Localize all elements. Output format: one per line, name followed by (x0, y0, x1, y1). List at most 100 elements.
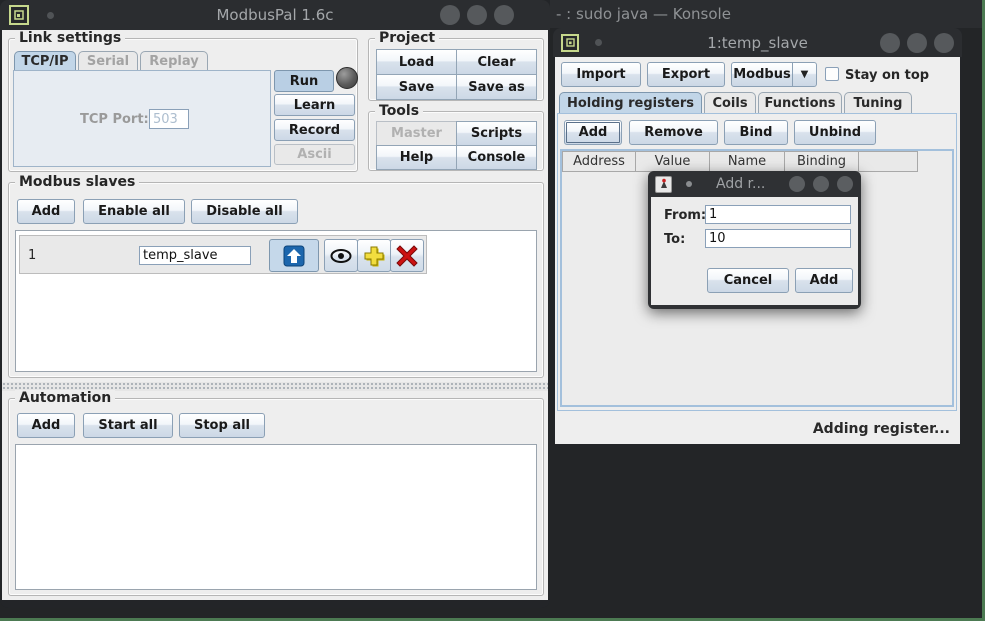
slave-delete-button[interactable] (390, 239, 424, 272)
dialog-add-button[interactable]: Add (795, 268, 853, 293)
tab-serial[interactable]: Serial (78, 51, 138, 71)
column-header-value-label: Value (655, 154, 691, 169)
konsole-titlebar[interactable]: - : sudo java — Konsole (548, 0, 985, 28)
column-header-filler (858, 151, 918, 172)
java-app-glyph (566, 38, 575, 47)
load-button[interactable]: Load (376, 49, 457, 75)
save-as-button[interactable]: Save as (456, 74, 537, 100)
tab-tcpip[interactable]: TCP/IP (14, 51, 76, 71)
automation-add-button-label: Add (32, 418, 61, 433)
minimize-button[interactable] (789, 176, 805, 192)
register-unbind-button-label: Unbind (809, 125, 861, 140)
desktop: - : sudo java — Konsole ModbusPal 1.6c (0, 0, 985, 621)
tab-functions[interactable]: Functions (758, 92, 842, 113)
column-header-value[interactable]: Value (635, 151, 710, 172)
modbus-slaves-title: Modbus slaves (15, 174, 139, 191)
stop-all-button[interactable]: Stop all (179, 413, 265, 438)
help-button[interactable]: Help (376, 145, 457, 170)
tab-functions-label: Functions (764, 96, 835, 111)
scripts-button[interactable]: Scripts (456, 121, 537, 146)
column-header-binding[interactable]: Binding (784, 151, 859, 172)
modbuspal-titlebar[interactable]: ModbusPal 1.6c (0, 0, 550, 30)
start-all-button-label: Start all (98, 418, 157, 433)
register-unbind-button[interactable]: Unbind (794, 120, 876, 145)
automation-add-button[interactable]: Add (17, 413, 75, 438)
column-header-address[interactable]: Address (562, 151, 636, 172)
save-button-label: Save (399, 80, 434, 95)
dialog-titlebar[interactable]: Add r... (648, 171, 861, 197)
tools-title: Tools (375, 103, 423, 120)
modbus-mode-value: Modbus (732, 67, 792, 82)
close-button[interactable] (934, 33, 954, 53)
chevron-down-icon[interactable]: ▼ (792, 63, 816, 86)
register-bind-button[interactable]: Bind (724, 120, 788, 145)
stay-on-top-checkbox[interactable] (825, 67, 839, 81)
enable-all-button[interactable]: Enable all (83, 199, 185, 224)
export-button[interactable]: Export (647, 62, 725, 87)
slave-list: 1 (15, 230, 537, 372)
minimize-button[interactable] (440, 5, 460, 25)
record-button[interactable]: Record (274, 119, 355, 141)
import-button[interactable]: Import (561, 62, 641, 87)
link-settings-group: Link settings TCP/IP Serial Replay TCP P… (8, 38, 358, 172)
tab-coils-label: Coils (712, 96, 747, 111)
slave-duplicate-button[interactable] (357, 239, 391, 272)
tcpip-tab-panel: TCP Port: (13, 70, 271, 167)
dialog-icon (655, 176, 672, 193)
slave-name-field[interactable] (139, 246, 251, 265)
master-button[interactable]: Master (376, 121, 457, 146)
column-header-name[interactable]: Name (709, 151, 785, 172)
start-all-button[interactable]: Start all (83, 413, 173, 438)
maximize-button[interactable] (813, 176, 829, 192)
clear-button[interactable]: Clear (456, 49, 537, 75)
help-button-label: Help (400, 150, 433, 165)
tab-tuning[interactable]: Tuning (844, 92, 912, 113)
modbus-mode-select[interactable]: Modbus ▼ (731, 62, 817, 87)
run-led-indicator (336, 67, 358, 89)
close-button[interactable] (837, 176, 853, 192)
temp-slave-window-icon[interactable] (561, 34, 579, 52)
maximize-button[interactable] (907, 33, 927, 53)
from-label: From: (664, 208, 706, 223)
run-button[interactable]: Run (274, 70, 334, 92)
tab-coils[interactable]: Coils (704, 92, 756, 113)
register-remove-button-label: Remove (644, 125, 703, 140)
console-button[interactable]: Console (456, 145, 537, 170)
tcp-port-field[interactable] (149, 109, 189, 129)
ascii-button[interactable]: Ascii (274, 144, 355, 165)
dialog-cancel-button[interactable]: Cancel (707, 268, 789, 293)
tools-group: Tools Master Scripts Help Console (368, 111, 544, 171)
slave-view-button[interactable] (324, 239, 358, 272)
maximize-button[interactable] (467, 5, 487, 25)
register-add-button[interactable]: Add (564, 120, 622, 145)
java-duke-icon (658, 178, 670, 190)
stop-all-button-label: Stop all (194, 418, 250, 433)
eye-icon (330, 249, 352, 263)
dialog-content: From: To: Cancel Add (651, 197, 858, 305)
slave-add-button[interactable]: Add (17, 199, 75, 224)
register-remove-button[interactable]: Remove (629, 120, 718, 145)
slave-row[interactable]: 1 (19, 235, 427, 274)
learn-button[interactable]: Learn (274, 94, 355, 116)
dialog-cancel-button-label: Cancel (724, 273, 773, 288)
console-button-label: Console (468, 150, 526, 165)
modbus-slaves-group: Modbus slaves Add Enable all Disable all… (8, 182, 544, 378)
modbuspal-window: ModbusPal 1.6c Link settings TCP/IP (0, 0, 550, 608)
minimize-button[interactable] (880, 33, 900, 53)
tab-replay[interactable]: Replay (140, 51, 208, 71)
modbuspal-window-icon[interactable] (9, 5, 29, 25)
konsole-title: - : sudo java — Konsole (556, 5, 731, 23)
dialog-window-controls (789, 176, 853, 192)
master-button-label: Master (391, 126, 442, 141)
save-button[interactable]: Save (376, 74, 457, 100)
disable-all-button[interactable]: Disable all (191, 199, 298, 224)
automation-group: Automation Add Start all Stop all (8, 398, 544, 596)
slave-enable-toggle[interactable] (269, 239, 319, 272)
to-field[interactable] (705, 229, 851, 248)
from-field[interactable] (705, 205, 851, 224)
tab-holding-registers[interactable]: Holding registers (559, 92, 702, 113)
modbuspal-window-controls (440, 5, 514, 25)
close-button[interactable] (494, 5, 514, 25)
link-settings-title: Link settings (15, 30, 125, 47)
temp-slave-titlebar[interactable]: 1:temp_slave (553, 28, 962, 57)
